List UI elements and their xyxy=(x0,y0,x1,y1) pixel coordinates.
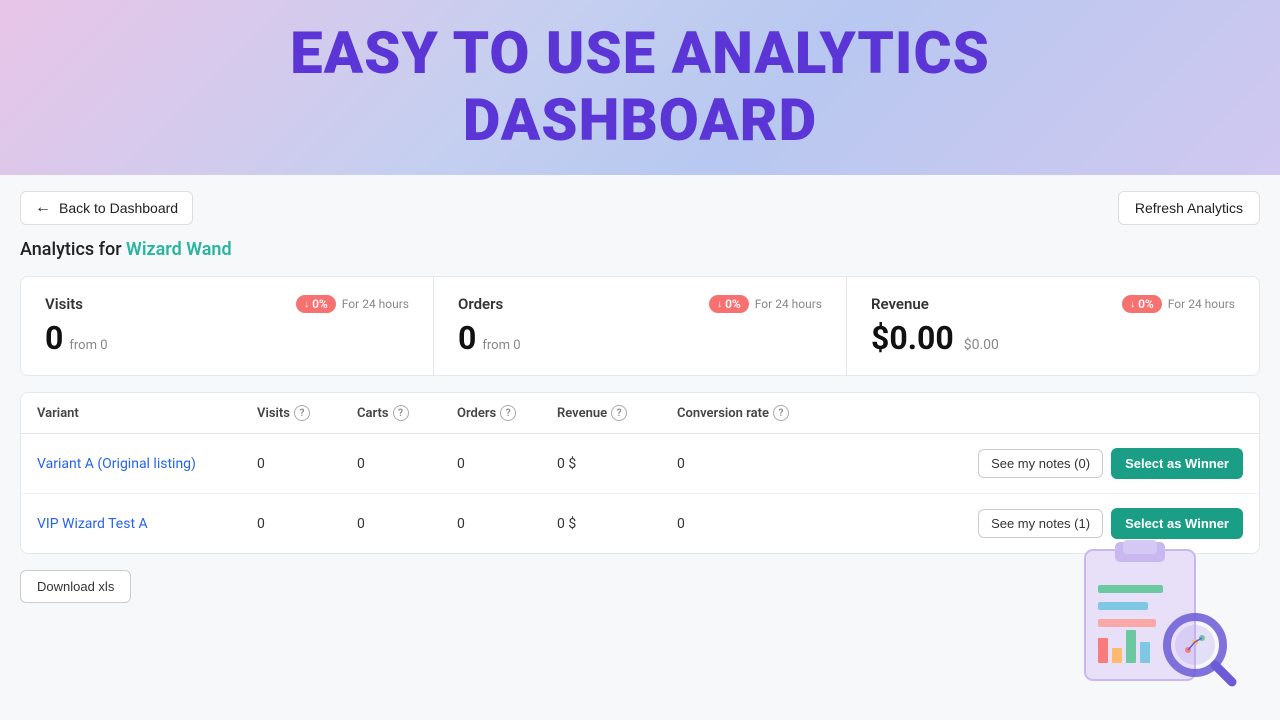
revenue-secondary: $0.00 xyxy=(964,337,999,353)
revenue-badge: ↓ 0% xyxy=(1122,295,1162,313)
product-name: Wizard Wand xyxy=(126,239,232,260)
orders-cell-1: 0 xyxy=(457,516,557,532)
orders-help-icon: ? xyxy=(500,405,516,421)
visits-cell-0: 0 xyxy=(257,456,357,472)
visits-label: Visits xyxy=(45,295,83,313)
revenue-cell-1: 0 $ xyxy=(557,516,677,532)
revenue-stat-card: Revenue ↓ 0% For 24 hours $0.00 $0.00 xyxy=(847,277,1259,375)
col-actions xyxy=(837,405,1243,421)
revenue-for-hours: For 24 hours xyxy=(1168,297,1235,311)
orders-value: 0 from 0 xyxy=(458,319,822,357)
back-button-label: Back to Dashboard xyxy=(59,200,178,216)
orders-stat-card: Orders ↓ 0% For 24 hours 0 from 0 xyxy=(434,277,847,375)
visits-meta: ↓ 0% For 24 hours xyxy=(296,295,409,313)
carts-help-icon: ? xyxy=(393,405,409,421)
orders-badge: ↓ 0% xyxy=(709,295,749,313)
select-winner-button-0[interactable]: Select as Winner xyxy=(1111,448,1243,479)
variant-link-0[interactable]: Variant A (Original listing) xyxy=(37,456,257,472)
col-visits: Visits ? xyxy=(257,405,357,421)
table-header: Variant Visits ? Carts ? Orders ? Revenu… xyxy=(21,393,1259,434)
see-notes-button-0[interactable]: See my notes (0) xyxy=(978,449,1103,478)
refresh-analytics-button[interactable]: Refresh Analytics xyxy=(1118,191,1260,225)
revenue-meta: ↓ 0% For 24 hours xyxy=(1122,295,1235,313)
orders-meta: ↓ 0% For 24 hours xyxy=(709,295,822,313)
download-xls-button[interactable]: Download xls xyxy=(20,570,131,603)
visits-down-arrow-icon: ↓ xyxy=(304,299,309,310)
hero-banner: EASY TO USE ANALYTICS DASHBOARD xyxy=(0,0,1280,175)
col-carts: Carts ? xyxy=(357,405,457,421)
conversion-cell-0: 0 xyxy=(677,456,837,472)
col-conversion: Conversion rate ? xyxy=(677,405,837,421)
visits-from-label: from 0 xyxy=(69,338,107,353)
stats-row: Visits ↓ 0% For 24 hours 0 from 0 Orders xyxy=(20,276,1260,376)
visits-value: 0 from 0 xyxy=(45,319,409,357)
revenue-stat-header: Revenue ↓ 0% For 24 hours xyxy=(871,295,1235,313)
visits-cell-1: 0 xyxy=(257,516,357,532)
orders-down-arrow-icon: ↓ xyxy=(717,299,722,310)
orders-cell-0: 0 xyxy=(457,456,557,472)
col-orders: Orders ? xyxy=(457,405,557,421)
col-revenue: Revenue ? xyxy=(557,405,677,421)
carts-cell-1: 0 xyxy=(357,516,457,532)
conversion-help-icon: ? xyxy=(773,405,789,421)
orders-stat-header: Orders ↓ 0% For 24 hours xyxy=(458,295,822,313)
revenue-label: Revenue xyxy=(871,295,929,313)
orders-label: Orders xyxy=(458,295,503,313)
hero-title: EASY TO USE ANALYTICS DASHBOARD xyxy=(290,21,990,154)
analytics-title: Analytics for Wizard Wand xyxy=(20,239,1260,260)
row-actions-0: See my notes (0) Select as Winner xyxy=(837,448,1243,479)
revenue-cell-0: 0 $ xyxy=(557,456,677,472)
col-variant: Variant xyxy=(37,405,257,421)
revenue-value: $0.00 $0.00 xyxy=(871,319,1235,357)
visits-stat-header: Visits ↓ 0% For 24 hours xyxy=(45,295,409,313)
main-content: ← Back to Dashboard Refresh Analytics An… xyxy=(0,175,1280,720)
revenue-down-arrow-icon: ↓ xyxy=(1130,299,1135,310)
orders-for-hours: For 24 hours xyxy=(755,297,822,311)
bottom-area: Download xls xyxy=(20,570,1260,690)
top-bar: ← Back to Dashboard Refresh Analytics xyxy=(20,191,1260,225)
visits-for-hours: For 24 hours xyxy=(342,297,409,311)
table-row: Variant A (Original listing) 0 0 0 0 $ 0… xyxy=(21,434,1259,494)
visits-stat-card: Visits ↓ 0% For 24 hours 0 from 0 xyxy=(21,277,434,375)
variant-link-1[interactable]: VIP Wizard Test A xyxy=(37,516,257,532)
visits-help-icon: ? xyxy=(294,405,310,421)
orders-from-label: from 0 xyxy=(482,338,520,353)
conversion-cell-1: 0 xyxy=(677,516,837,532)
revenue-help-icon: ? xyxy=(611,405,627,421)
carts-cell-0: 0 xyxy=(357,456,457,472)
back-arrow-icon: ← xyxy=(35,199,51,217)
visits-badge: ↓ 0% xyxy=(296,295,336,313)
clipboard-illustration xyxy=(1060,530,1240,690)
back-to-dashboard-button[interactable]: ← Back to Dashboard xyxy=(20,191,193,225)
